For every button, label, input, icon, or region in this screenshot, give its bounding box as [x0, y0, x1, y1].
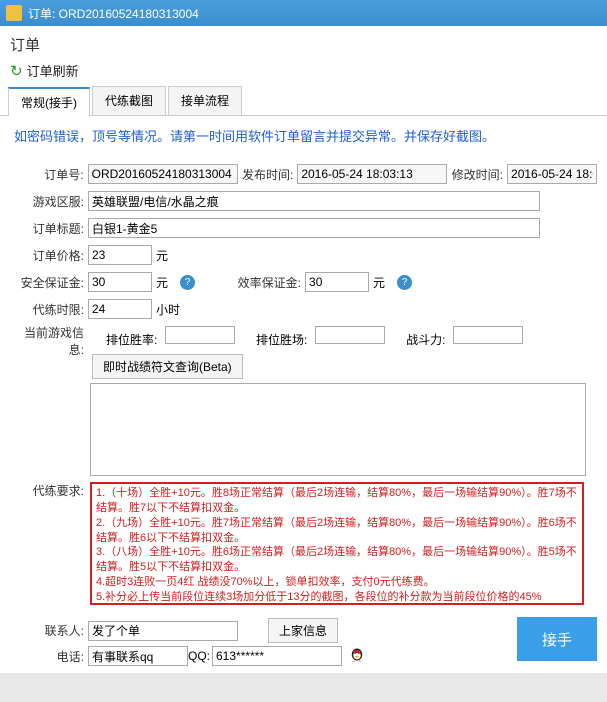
qq-icon[interactable]	[348, 647, 366, 665]
eff-unit: 元	[373, 274, 385, 291]
eff-field[interactable]	[305, 272, 369, 292]
timelimit-label: 代练时限:	[10, 301, 88, 318]
order-no-label: 订单号:	[10, 166, 88, 183]
gameinfo-label: 当前游戏信息:	[10, 324, 88, 358]
order-no-field[interactable]	[88, 164, 238, 184]
power-value	[453, 326, 523, 344]
pubtime-label: 发布时间:	[238, 166, 298, 183]
rankwin-label: 排位胜场:	[256, 333, 307, 347]
requirements-box: 1.（十场）全胜+10元。胜8场正常结算（最后2场连输，结算80%，最后一场输结…	[90, 482, 584, 605]
tab-bar: 常规(接手) 代练截图 接单流程	[0, 86, 607, 116]
timelimit-field[interactable]	[88, 299, 152, 319]
qq-label: QQ:	[188, 649, 212, 663]
price-label: 订单价格:	[10, 247, 88, 264]
page-title: 订单	[0, 26, 607, 59]
window-title: 订单: ORD20160524180313004	[28, 5, 199, 22]
query-button[interactable]: 即时战绩符文查询(Beta)	[92, 354, 243, 379]
pubtime-field[interactable]	[297, 164, 447, 184]
window-titlebar: 订单: ORD20160524180313004	[0, 0, 607, 26]
tab-general[interactable]: 常规(接手)	[8, 87, 90, 116]
requirements-text: 1.（十场）全胜+10元。胜8场正常结算（最后2场连输，结算80%，最后一场输结…	[96, 487, 577, 603]
zone-label: 游戏区服:	[10, 193, 88, 210]
app-icon	[6, 5, 22, 21]
contact-label: 联系人:	[10, 622, 88, 639]
refresh-label: 订单刷新	[27, 61, 79, 80]
help-icon[interactable]: ?	[397, 275, 412, 290]
req-label: 代练要求:	[10, 482, 88, 499]
safe-field[interactable]	[88, 272, 152, 292]
tab-process[interactable]: 接单流程	[168, 86, 242, 115]
price-unit: 元	[156, 247, 168, 264]
tab-screenshot[interactable]: 代练截图	[92, 86, 166, 115]
help-icon[interactable]: ?	[180, 275, 195, 290]
refresh-icon: ↻	[10, 62, 23, 80]
safe-unit: 元	[156, 274, 168, 291]
zone-field[interactable]	[88, 191, 540, 211]
timelimit-unit: 小时	[156, 301, 180, 318]
modtime-label: 修改时间:	[447, 166, 507, 183]
rankwin-value	[315, 326, 385, 344]
title-field[interactable]	[88, 218, 540, 238]
accept-button[interactable]: 接手	[517, 617, 597, 661]
phone-field[interactable]	[88, 646, 188, 666]
notice-text: 如密码错误，顶号等情况。请第一时间用软件订单留言并提交异常。并保存好截图。	[0, 116, 607, 155]
modtime-field[interactable]	[507, 164, 597, 184]
eff-label: 效率保证金:	[235, 274, 305, 291]
upper-info-button[interactable]: 上家信息	[268, 618, 338, 643]
price-field[interactable]	[88, 245, 152, 265]
power-label: 战斗力:	[406, 333, 445, 347]
rankrate-value	[165, 326, 235, 344]
qq-field[interactable]	[212, 646, 342, 666]
contact-field[interactable]	[88, 621, 238, 641]
refresh-button[interactable]: ↻ 订单刷新	[0, 59, 607, 86]
rankrate-label: 排位胜率:	[106, 333, 157, 347]
notes-textarea[interactable]	[90, 383, 586, 476]
safe-label: 安全保证金:	[10, 274, 88, 291]
phone-label: 电话:	[10, 648, 88, 665]
title-label: 订单标题:	[10, 220, 88, 237]
